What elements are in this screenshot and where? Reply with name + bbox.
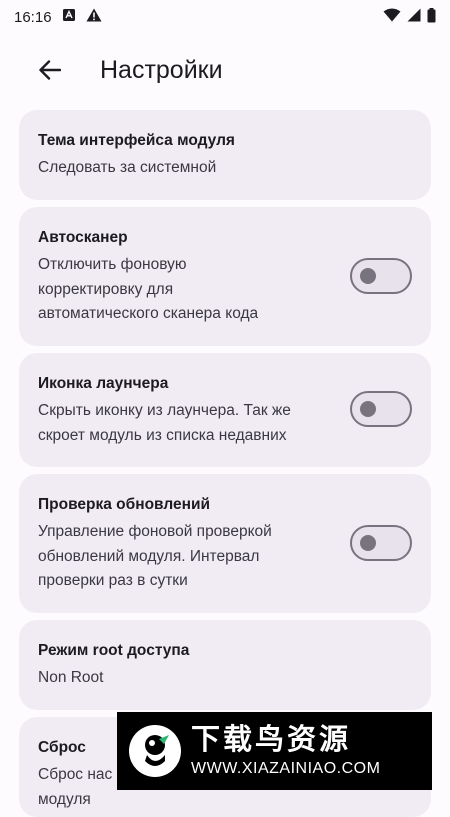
toggle-thumb bbox=[360, 401, 376, 417]
update-check-toggle[interactable] bbox=[350, 525, 412, 561]
status-right bbox=[383, 7, 436, 27]
subtitle-line: Управление фоновой проверкой bbox=[38, 523, 272, 540]
subtitle-line: Скрыть иконку из лаунчера. Так же bbox=[38, 402, 291, 419]
watermark-banner: 下载鸟资源 WWW.XIAZAINIAO.COM bbox=[117, 712, 432, 790]
toggle-thumb bbox=[360, 535, 376, 551]
setting-title: Иконка лаунчера bbox=[38, 375, 169, 392]
toggle-thumb bbox=[360, 268, 376, 284]
subtitle-line: проверки раз в сутки bbox=[38, 572, 188, 589]
setting-root-mode[interactable]: Режим root доступа Non Root bbox=[19, 620, 431, 710]
wifi-icon bbox=[383, 8, 401, 26]
warning-icon bbox=[86, 8, 102, 26]
autoscanner-toggle[interactable] bbox=[350, 258, 412, 294]
setting-subtitle: Скрыть иконку из лаунчера. Так же скроет… bbox=[38, 399, 338, 448]
status-left: 16:16 bbox=[14, 8, 102, 26]
setting-title: Режим root доступа bbox=[38, 642, 190, 659]
setting-update-check[interactable]: Проверка обновлений Управление фоновой п… bbox=[19, 474, 431, 613]
setting-subtitle: Следовать за системной bbox=[38, 159, 217, 176]
back-button[interactable] bbox=[26, 46, 74, 94]
setting-subtitle: Управление фоновой проверкой обновлений … bbox=[38, 520, 338, 594]
subtitle-line: Отключить фоновую bbox=[38, 256, 187, 273]
status-time: 16:16 bbox=[14, 8, 52, 26]
watermark-url: WWW.XIAZAINIAO.COM bbox=[191, 760, 381, 777]
setting-title: Сброс bbox=[38, 739, 86, 756]
app-notification-icon bbox=[62, 8, 76, 26]
subtitle-line: корректировку для bbox=[38, 280, 174, 298]
page-title: Настройки bbox=[100, 55, 223, 84]
battery-icon bbox=[427, 7, 436, 27]
setting-theme[interactable]: Тема интерфейса модуля Следовать за сист… bbox=[19, 110, 431, 200]
bird-logo-icon bbox=[129, 725, 181, 777]
watermark-title: 下载鸟资源 bbox=[191, 724, 352, 756]
subtitle-line: автоматического сканера кода bbox=[38, 305, 259, 322]
arrow-back-icon bbox=[39, 60, 61, 80]
status-bar: 16:16 bbox=[0, 0, 450, 34]
setting-autoscanner[interactable]: Автосканер Отключить фоновую корректиров… bbox=[19, 207, 431, 346]
top-app-bar: Настройки bbox=[0, 34, 450, 106]
setting-subtitle: Отключить фоновую корректировку для авто… bbox=[38, 253, 338, 327]
setting-title: Автосканер bbox=[38, 229, 128, 246]
launcher-icon-toggle[interactable] bbox=[350, 391, 412, 427]
setting-launcher-icon[interactable]: Иконка лаунчера Скрыть иконку из лаунчер… bbox=[19, 353, 431, 467]
setting-title: Тема интерфейса модуля bbox=[38, 132, 235, 149]
subtitle-line: скроет модуль из списка недавних bbox=[38, 426, 287, 444]
signal-icon bbox=[407, 8, 421, 26]
setting-title: Проверка обновлений bbox=[38, 496, 211, 513]
setting-subtitle: Non Root bbox=[38, 669, 104, 686]
watermark-text: 下载鸟资源 WWW.XIAZAINIAO.COM bbox=[191, 724, 380, 778]
subtitle-line: обновлений модуля. Интервал bbox=[38, 547, 260, 565]
